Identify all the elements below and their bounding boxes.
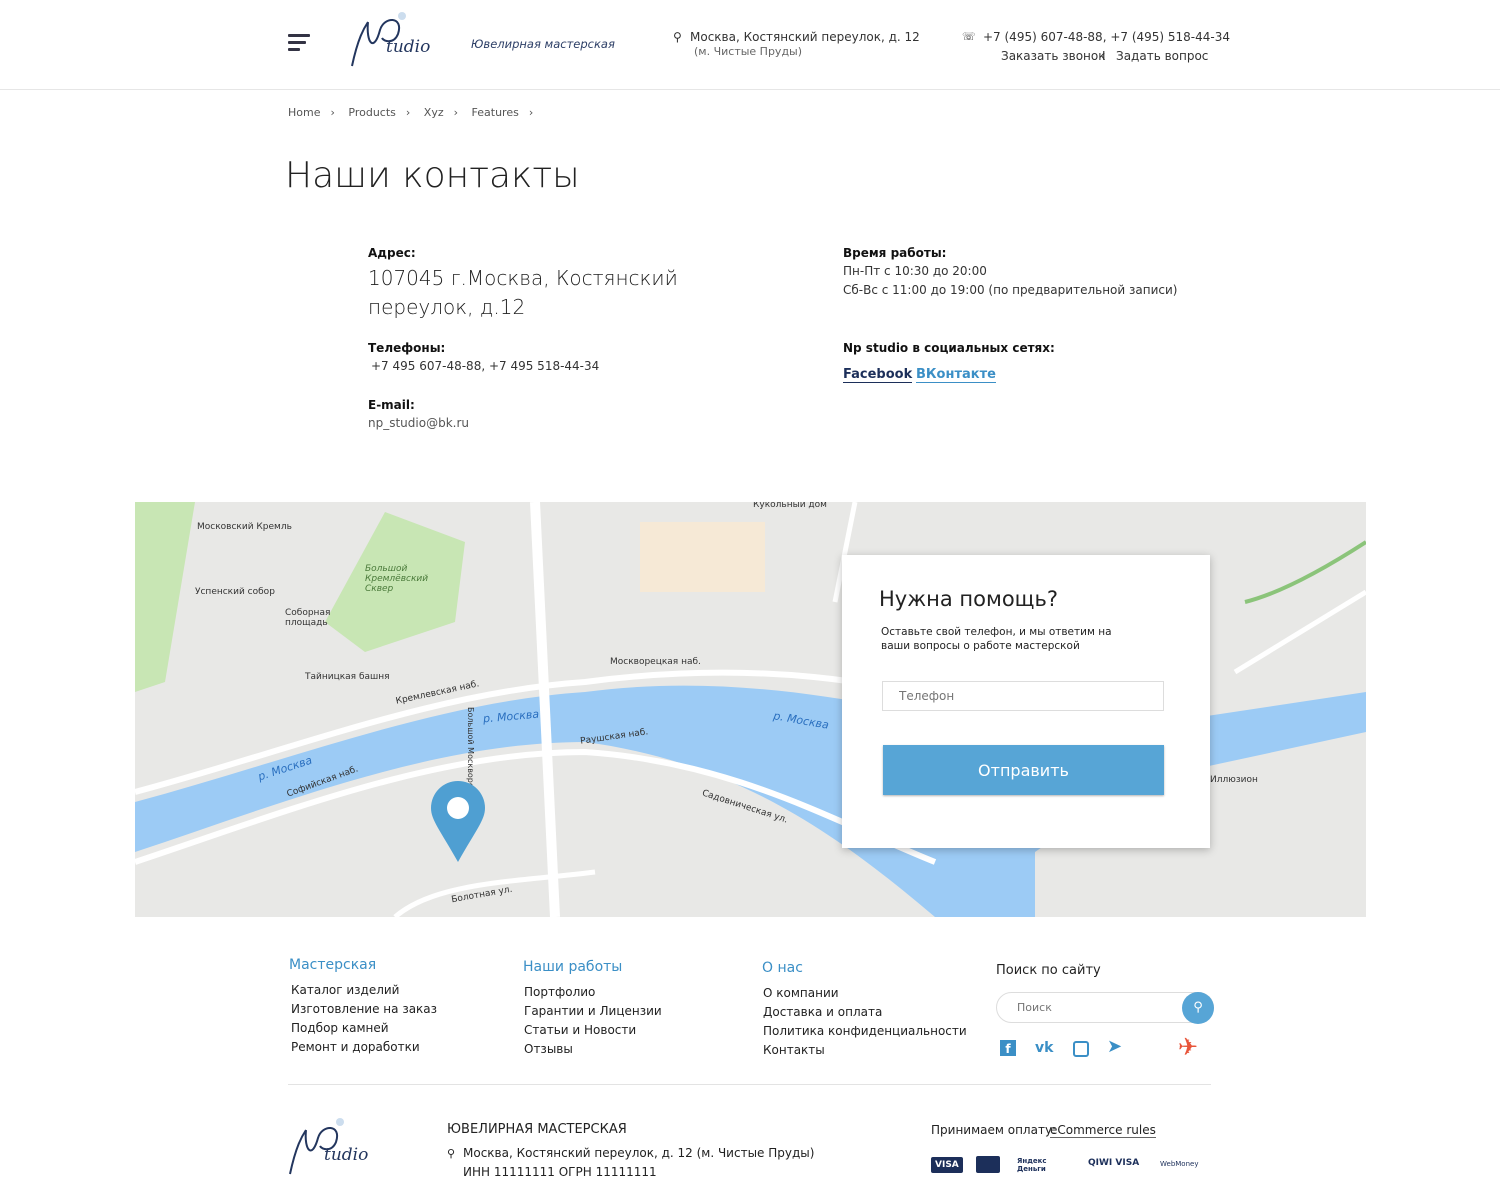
menu-icon[interactable] xyxy=(288,34,310,55)
visa-icon: VISA xyxy=(931,1157,963,1173)
map-label: Московский Кремль xyxy=(197,522,292,532)
footer-link[interactable]: Доставка и оплата xyxy=(763,1003,967,1022)
hours-label: Время работы: xyxy=(843,246,947,260)
map-label: Москворецкая наб. xyxy=(610,657,701,667)
help-title: Нужна помощь? xyxy=(879,587,1058,611)
vk-icon[interactable]: vk xyxy=(1035,1040,1053,1056)
footer-link[interactable]: Политика конфиденциальности xyxy=(763,1022,967,1041)
address-value: 107045 г.Москва, Костянский переулок, д.… xyxy=(368,266,678,319)
map-label: Кукольный дом xyxy=(753,502,827,510)
footer-link[interactable]: Статьи и Новости xyxy=(524,1021,662,1040)
phone-input[interactable] xyxy=(882,681,1164,711)
pin-icon: ⚲ xyxy=(447,1147,456,1160)
yandex-money-icon: Яндекс Деньги xyxy=(1017,1157,1047,1173)
map-label: Большой Кремлёвский Сквер xyxy=(365,564,429,594)
header-address: Москва, Костянский переулок, д. 12 xyxy=(690,30,920,44)
help-form: Нужна помощь? Оставьте свой телефон, и м… xyxy=(842,555,1210,848)
footer-link[interactable]: Гарантии и Лицензии xyxy=(524,1002,662,1021)
site-search: ⚲ xyxy=(996,992,1214,1024)
map-label: Тайницкая башня xyxy=(305,672,390,682)
logo[interactable]: tudio xyxy=(344,8,444,72)
map-label: Успенский собор xyxy=(195,587,275,597)
footer-link[interactable]: Каталог изделий xyxy=(291,981,437,1000)
callback-link[interactable]: Заказать звонок xyxy=(1001,49,1106,63)
footer-column-title: О нас xyxy=(762,960,803,976)
hours-weekend: Сб-Вс с 11:00 до 19:00 (по предварительн… xyxy=(843,283,1178,297)
facebook-link[interactable]: Facebook xyxy=(843,367,913,383)
footer-link[interactable]: Изготовление на заказ xyxy=(291,1000,437,1019)
submit-button[interactable]: Отправить xyxy=(883,745,1164,795)
search-icon: ⚲ xyxy=(1193,1000,1203,1015)
pin-icon: ⚲ xyxy=(673,30,682,44)
footer-address: Москва, Костянский переулок, д. 12 (м. Ч… xyxy=(463,1146,815,1160)
map-label: Соборная площадь xyxy=(285,608,331,628)
map-label: Иллюзион xyxy=(1210,775,1258,785)
page-title: Наши контакты xyxy=(285,155,580,196)
airplane-icon[interactable]: ✈ xyxy=(1178,1033,1198,1061)
footer-link[interactable]: Ремонт и доработки xyxy=(291,1038,437,1057)
webmoney-icon: WebMoney xyxy=(1160,1160,1199,1168)
svg-text:tudio: tudio xyxy=(386,37,430,57)
separator: I xyxy=(1102,49,1106,63)
search-input[interactable] xyxy=(1017,1001,1167,1014)
ask-question-link[interactable]: Задать вопрос xyxy=(1116,49,1208,63)
help-text: Оставьте свой телефон, и мы ответим на в… xyxy=(881,626,1112,652)
hours-weekdays: Пн-Пт с 10:30 до 20:00 xyxy=(843,264,987,278)
footer-ids: ИНН 11111111 ОГРН 11111111 xyxy=(463,1165,657,1179)
footer-column-about: О нас О компании Доставка и оплата Полит… xyxy=(762,960,967,1060)
telegram-icon[interactable]: ➤ xyxy=(1107,1036,1122,1057)
phones-value: +7 495 607-48-88, +7 495 518-44-34 xyxy=(371,359,600,373)
footer-column-works: Наши работы Портфолио Гарантии и Лицензи… xyxy=(523,959,662,1059)
breadcrumb-xyz[interactable]: Xyz xyxy=(424,106,444,119)
search-button[interactable]: ⚲ xyxy=(1182,992,1214,1024)
tagline: Ювелирная мастерская xyxy=(471,37,615,51)
breadcrumb: Home › Products › Xyz › Features › xyxy=(288,106,534,119)
email-value[interactable]: np_studio@bk.ru xyxy=(368,416,469,430)
mastercard-icon xyxy=(976,1156,1000,1173)
footer-link[interactable]: Отзывы xyxy=(524,1040,662,1059)
footer-column-workshop: Мастерская Каталог изделий Изготовление … xyxy=(289,957,437,1057)
email-label: E-mail: xyxy=(368,398,415,412)
vk-link[interactable]: ВКонтакте xyxy=(916,367,996,383)
footer-column-title: Мастерская xyxy=(289,957,377,973)
footer-link[interactable]: Контакты xyxy=(763,1041,967,1060)
search-title: Поиск по сайту xyxy=(996,963,1101,978)
payment-label: Принимаем оплату: xyxy=(931,1123,1057,1137)
phone-icon: ☏ xyxy=(962,30,976,43)
facebook-icon[interactable]: f xyxy=(1000,1040,1016,1056)
phones-label: Телефоны: xyxy=(368,341,446,355)
breadcrumb-features[interactable]: Features xyxy=(472,106,519,119)
qiwi-icon: QIWI VISA xyxy=(1088,1158,1140,1168)
footer-link[interactable]: Подбор камней xyxy=(291,1019,437,1038)
header-phones[interactable]: +7 (495) 607-48-88, +7 (495) 518-44-34 xyxy=(983,30,1230,44)
header-metro: (м. Чистые Пруды) xyxy=(694,45,803,58)
footer-link[interactable]: О компании xyxy=(763,984,967,1003)
company-name: ЮВЕЛИРНАЯ МАСТЕРСКАЯ xyxy=(447,1122,627,1137)
footer-link[interactable]: Портфолио xyxy=(524,983,662,1002)
social-label: Np studio в социальных сетях: xyxy=(843,341,1055,355)
footer-divider xyxy=(288,1084,1211,1085)
address-label: Адрес: xyxy=(368,246,416,260)
payment-link[interactable]: eCommerce rules xyxy=(1050,1123,1156,1138)
footer-logo[interactable]: tudio xyxy=(286,1110,386,1180)
instagram-icon[interactable] xyxy=(1073,1041,1089,1057)
map-marker-icon[interactable] xyxy=(430,780,486,862)
breadcrumb-products[interactable]: Products xyxy=(348,106,396,119)
breadcrumb-home[interactable]: Home xyxy=(288,106,320,119)
footer-column-title: Наши работы xyxy=(523,959,623,975)
svg-text:tudio: tudio xyxy=(324,1145,368,1165)
